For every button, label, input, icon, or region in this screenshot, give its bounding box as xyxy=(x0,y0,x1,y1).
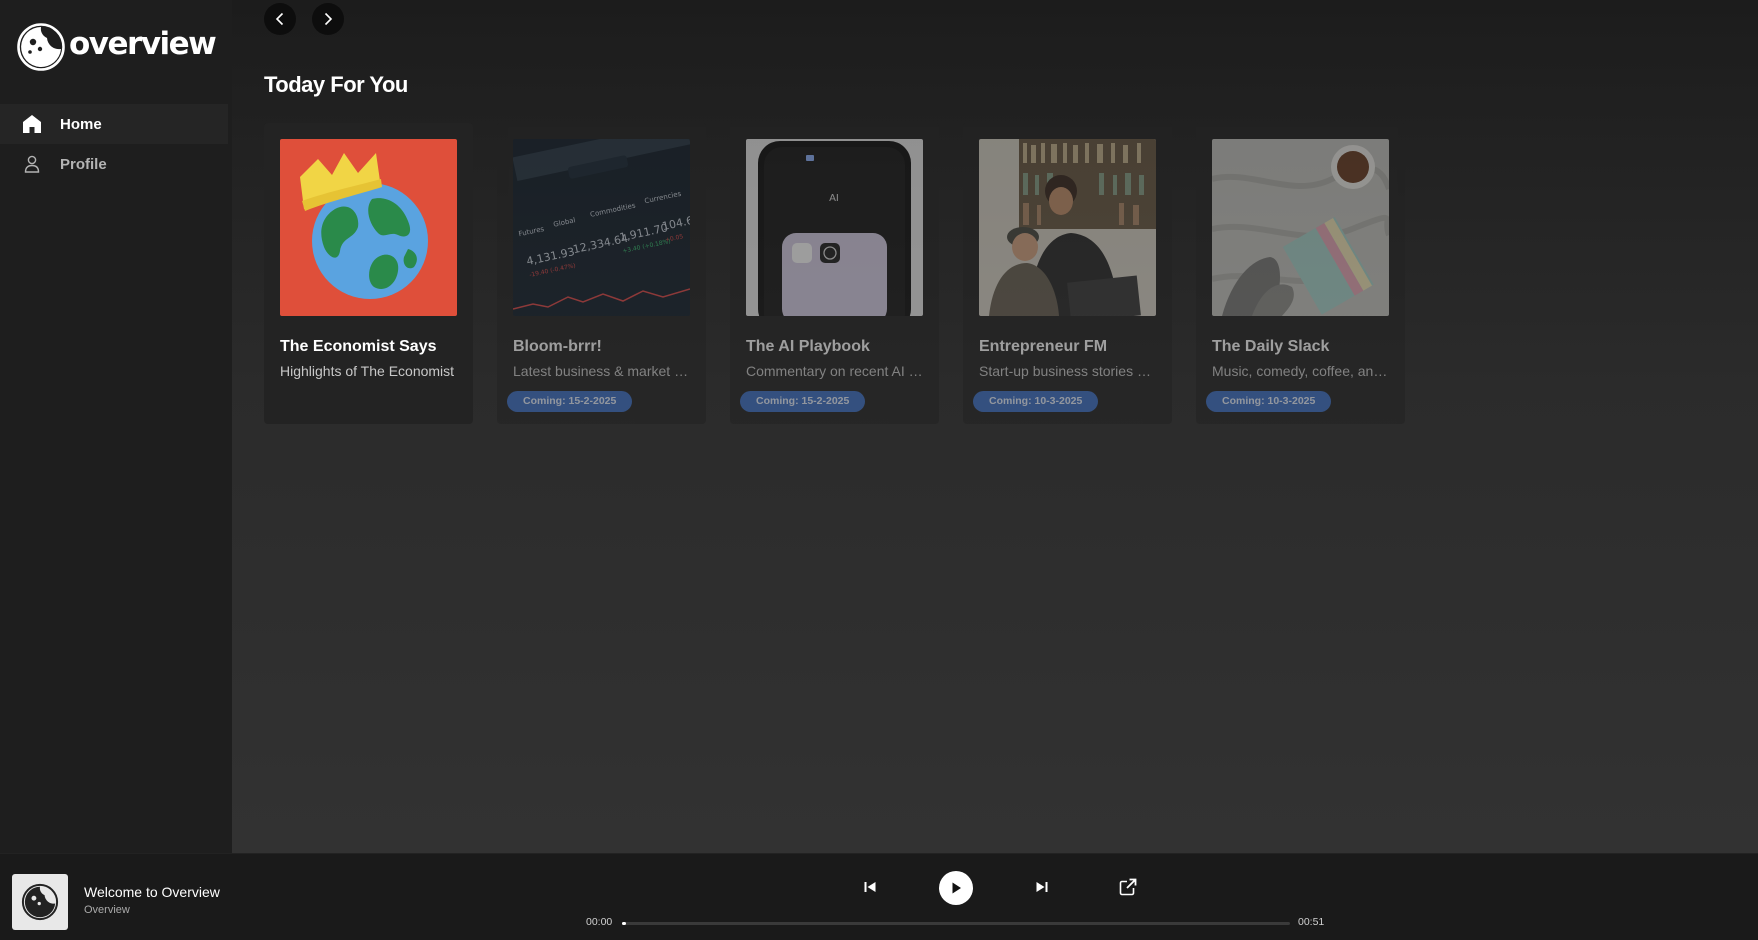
main-content: Today For You The Economist Says Highlig… xyxy=(232,0,1758,853)
podcast-cards: The Economist Says Highlights of The Eco… xyxy=(264,123,1405,424)
chevron-right-icon xyxy=(324,12,333,26)
coming-soon-badge: Coming: 10-3-2025 xyxy=(973,391,1099,412)
card-title: The Daily Slack xyxy=(1212,338,1330,355)
total-time: 00:51 xyxy=(1298,916,1325,928)
brand-name: overview xyxy=(69,26,217,62)
podcast-card[interactable]: AI The AI Playbook Commentary on recent … xyxy=(730,123,939,424)
sidebar-item-home[interactable]: Home xyxy=(0,104,228,144)
skip-forward-icon xyxy=(1036,882,1048,892)
open-external-button[interactable] xyxy=(1118,877,1138,897)
card-title: The Economist Says xyxy=(280,338,437,355)
logo-mark-icon xyxy=(21,883,59,921)
sidebar: overview Home Profile xyxy=(0,0,232,853)
coming-soon-badge: Coming: 10-3-2025 xyxy=(1206,391,1332,412)
progress-bar[interactable] xyxy=(622,922,1290,925)
card-description: Start-up business stories and more xyxy=(979,363,1156,379)
history-nav xyxy=(264,3,344,35)
now-playing-title[interactable]: Welcome to Overview xyxy=(84,884,220,900)
sidebar-item-profile[interactable]: Profile xyxy=(0,144,232,184)
home-icon xyxy=(21,113,43,135)
skip-back-icon xyxy=(864,882,876,892)
card-title: Entrepreneur FM xyxy=(979,338,1108,355)
play-button[interactable] xyxy=(939,871,973,905)
play-icon xyxy=(952,882,961,894)
podcast-cover-image xyxy=(280,139,457,316)
podcast-cover-image: Futures Global Commodities Currencies 4,131… xyxy=(513,139,690,316)
podcast-card[interactable]: The Economist Says Highlights of The Eco… xyxy=(264,123,473,424)
card-description: Music, comedy, coffee, and more xyxy=(1212,363,1389,379)
now-playing-artwork[interactable] xyxy=(12,874,68,930)
coming-soon-badge: Coming: 15-2-2025 xyxy=(507,391,633,412)
podcast-card[interactable]: The Daily Slack Music, comedy, coffee, a… xyxy=(1196,123,1405,424)
sidebar-item-label: Home xyxy=(60,115,102,133)
coming-soon-badge: Coming: 15-2-2025 xyxy=(740,391,866,412)
sidebar-nav: Home Profile xyxy=(0,104,232,184)
user-icon xyxy=(21,153,43,175)
back-button[interactable] xyxy=(264,3,296,35)
external-link-icon xyxy=(1119,878,1137,896)
section-title: Today For You xyxy=(264,72,408,97)
progress-fill xyxy=(622,922,626,925)
card-description: Commentary on recent AI trends xyxy=(746,363,923,379)
sidebar-item-label: Profile xyxy=(60,155,107,173)
podcast-cover-image: AI xyxy=(746,139,923,316)
svg-text:AI: AI xyxy=(829,193,839,204)
podcast-card[interactable]: Futures Global Commodities Currencies 4,131… xyxy=(497,123,706,424)
podcast-card[interactable]: Entrepreneur FM Start-up business storie… xyxy=(963,123,1172,424)
card-title: The AI Playbook xyxy=(746,338,870,355)
player-bar: Welcome to Overview Overview 00:00 00:51 xyxy=(0,853,1758,940)
card-title: Bloom-brrr! xyxy=(513,338,602,355)
forward-button[interactable] xyxy=(312,3,344,35)
podcast-cover-image xyxy=(1212,139,1389,316)
now-playing-subtitle[interactable]: Overview xyxy=(84,904,130,916)
chevron-left-icon xyxy=(275,12,284,26)
podcast-cover-image xyxy=(979,139,1156,316)
logo-mark-icon xyxy=(17,23,65,71)
card-description: Latest business & market insights xyxy=(513,363,690,379)
previous-track-button[interactable] xyxy=(861,878,879,896)
next-track-button[interactable] xyxy=(1033,878,1051,896)
app-logo[interactable]: overview xyxy=(16,22,217,72)
current-time: 00:00 xyxy=(586,916,613,928)
card-description: Highlights of The Economist xyxy=(280,363,455,379)
